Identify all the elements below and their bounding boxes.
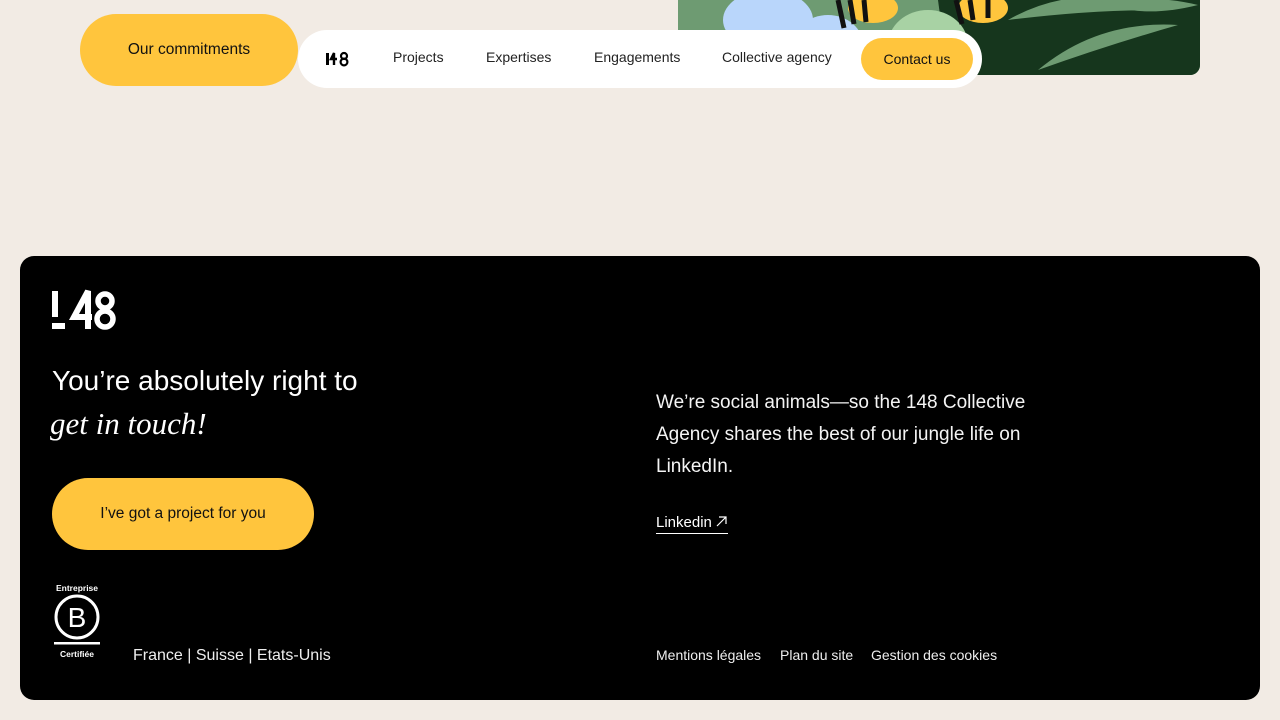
footer-logo[interactable] <box>52 289 116 331</box>
linkedin-label: Linkedin <box>656 514 712 531</box>
social-text: We’re social animals—so the 148 Collecti… <box>656 392 1026 477</box>
main-navbar: Projects Expertises Engagements Collecti… <box>298 30 982 88</box>
our-commitments-button[interactable]: Our commitments <box>80 14 298 86</box>
svg-text:B: B <box>68 602 87 633</box>
footer-title: You’re absolutely right to <box>52 365 358 396</box>
logo[interactable] <box>326 51 350 67</box>
footer-title-emphasis: get in touch! <box>50 406 207 441</box>
countries-text: France | Suisse | Etats-Unis <box>133 647 331 664</box>
gestion-cookies-link[interactable]: Gestion des cookies <box>871 647 997 663</box>
bcorp-top-label: Entreprise <box>55 583 99 593</box>
footer: You’re absolutely right to get in touch!… <box>20 256 1260 700</box>
bcorp-badge: Entreprise B Certifiée <box>52 583 102 659</box>
mentions-legales-link[interactable]: Mentions légales <box>656 647 761 663</box>
nav-projects[interactable]: Projects <box>393 49 444 65</box>
nav-engagements[interactable]: Engagements <box>594 49 680 65</box>
external-arrow-icon <box>716 516 727 527</box>
bcorp-logo-icon: B <box>54 594 100 645</box>
plan-du-site-link[interactable]: Plan du site <box>780 647 853 663</box>
nav-expertises[interactable]: Expertises <box>486 49 551 65</box>
linkedin-link[interactable]: Linkedin <box>656 514 728 534</box>
nav-collective-agency[interactable]: Collective agency <box>722 49 832 65</box>
bcorp-bottom-label: Certifiée <box>59 649 94 659</box>
contact-us-button[interactable]: Contact us <box>861 38 973 80</box>
project-button[interactable]: I’ve got a project for you <box>52 478 314 550</box>
